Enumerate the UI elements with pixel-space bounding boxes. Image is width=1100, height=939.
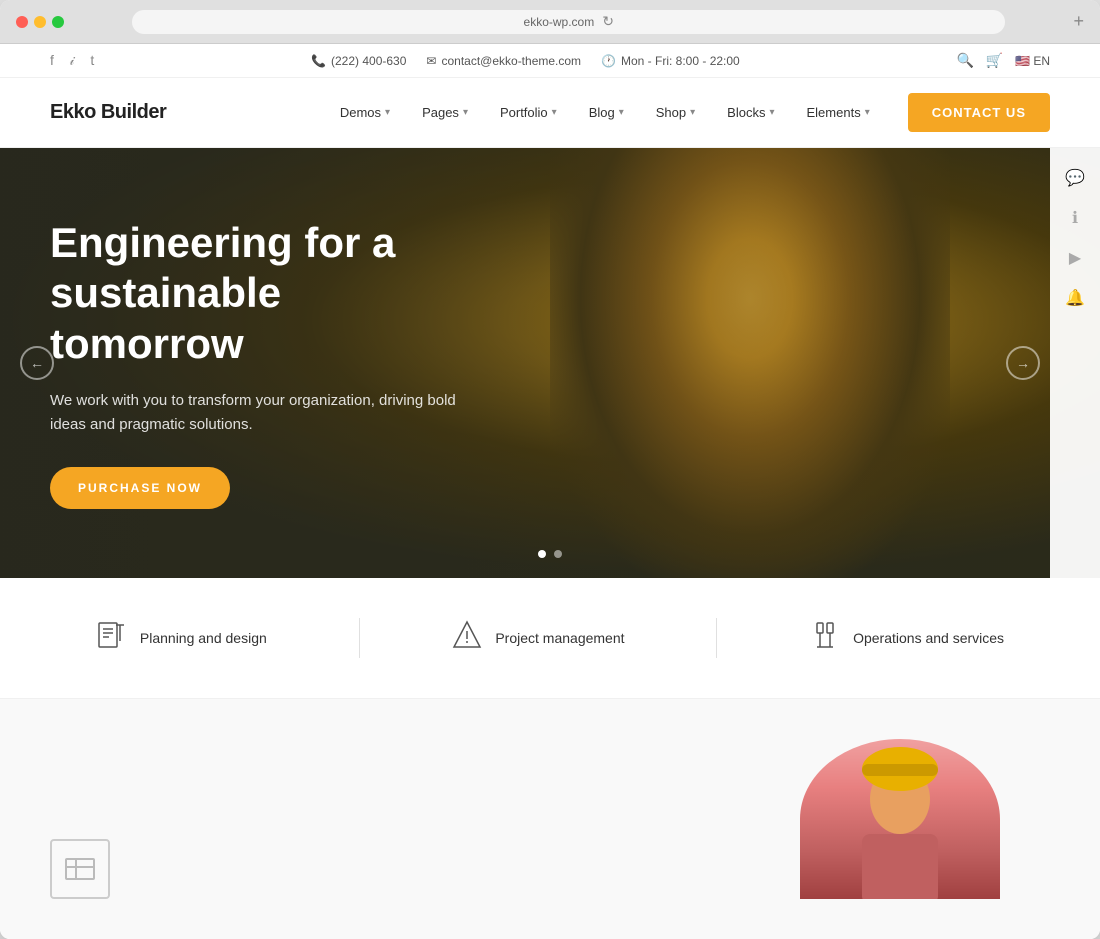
browser-chrome: ekko-wp.com ↻ + <box>0 0 1100 44</box>
arrow-left-icon: ← <box>30 355 44 371</box>
nav-menu: Demos ▾ Pages ▾ Portfolio ▾ Blog ▾ Shop <box>326 93 1050 132</box>
services-bar: Planning and design Project management <box>0 578 1100 699</box>
top-bar-actions: 🔍 🛒 🇺🇸 EN <box>956 52 1050 69</box>
language-selector[interactable]: 🇺🇸 EN <box>1015 54 1050 68</box>
nav-item-blog[interactable]: Blog ▾ <box>575 97 638 128</box>
search-icon[interactable]: 🔍 <box>956 52 973 69</box>
service-item-operations: Operations and services <box>809 619 1004 658</box>
phone-info: 📞 (222) 400-630 <box>311 54 406 68</box>
service-item-planning: Planning and design <box>96 619 267 658</box>
email-icon: ✉ <box>426 54 436 68</box>
chevron-down-icon: ▾ <box>552 107 557 118</box>
chevron-down-icon: ▾ <box>865 107 870 118</box>
nav-item-pages[interactable]: Pages ▾ <box>408 97 482 128</box>
chevron-down-icon: ▾ <box>385 107 390 118</box>
social-links: f 𝒾 t <box>50 52 94 69</box>
hours-info: 🕐 Mon - Fri: 8:00 - 22:00 <box>601 54 740 68</box>
minimize-button[interactable] <box>34 16 46 28</box>
chevron-down-icon: ▾ <box>619 107 624 118</box>
main-navigation: Ekko Builder Demos ▾ Pages ▾ Portfolio ▾… <box>0 78 1100 148</box>
clock-icon: 🕐 <box>601 54 616 68</box>
lang-label: EN <box>1033 54 1050 68</box>
flag-icon: 🇺🇸 <box>1015 54 1030 68</box>
hours-text: Mon - Fri: 8:00 - 22:00 <box>621 54 740 68</box>
contact-button[interactable]: Contact US <box>908 93 1050 132</box>
lower-left <box>50 739 710 899</box>
arrow-right-icon: → <box>1016 355 1030 371</box>
phone-icon: 📞 <box>311 54 326 68</box>
service-item-project: Project management <box>451 619 624 658</box>
email-address: contact@ekko-theme.com <box>441 54 581 68</box>
maximize-button[interactable] <box>52 16 64 28</box>
nav-item-elements[interactable]: Elements ▾ <box>793 97 884 128</box>
top-bar: f 𝒾 t 📞 (222) 400-630 ✉ contact@ekko-the… <box>0 44 1100 78</box>
slider-dots <box>538 550 562 558</box>
construction-icon <box>50 839 110 899</box>
nav-item-demos[interactable]: Demos ▾ <box>326 97 404 128</box>
hero-subtitle: We work with you to transform your organ… <box>50 389 470 437</box>
address-bar[interactable]: ekko-wp.com ↻ <box>132 10 1005 34</box>
new-tab-button[interactable]: + <box>1073 11 1084 32</box>
lower-right <box>750 739 1050 899</box>
bell-icon[interactable]: 🔔 <box>1065 288 1085 308</box>
nav-label-portfolio: Portfolio <box>500 105 548 120</box>
play-icon[interactable]: ▶ <box>1069 248 1081 268</box>
service-divider-2 <box>716 618 717 658</box>
project-icon <box>451 619 483 658</box>
refresh-icon[interactable]: ↻ <box>602 13 614 30</box>
contact-info: 📞 (222) 400-630 ✉ contact@ekko-theme.com… <box>311 54 740 68</box>
nav-item-shop[interactable]: Shop ▾ <box>642 97 709 128</box>
cart-icon[interactable]: 🛒 <box>986 52 1003 69</box>
nav-item-portfolio[interactable]: Portfolio ▾ <box>486 97 571 128</box>
hero-title: Engineering for a sustainable tomorrow <box>50 218 470 369</box>
email-info: ✉ contact@ekko-theme.com <box>426 54 581 68</box>
hero-cta-button[interactable]: PURCHASE NOW <box>50 467 230 509</box>
chevron-down-icon: ▾ <box>769 107 774 118</box>
nav-label-blog: Blog <box>589 105 615 120</box>
planning-icon <box>96 619 128 658</box>
chevron-down-icon: ▾ <box>690 107 695 118</box>
hero-content: Engineering for a sustainable tomorrow W… <box>0 148 520 509</box>
url-text: ekko-wp.com <box>524 15 595 29</box>
service-label-planning: Planning and design <box>140 630 267 646</box>
service-divider-1 <box>359 618 360 658</box>
traffic-lights <box>16 16 64 28</box>
site-logo[interactable]: Ekko Builder <box>50 101 166 124</box>
service-label-project: Project management <box>495 630 624 646</box>
twitter-icon[interactable]: t <box>90 52 94 69</box>
person-image <box>800 739 1000 899</box>
slider-next-button[interactable]: → <box>1006 346 1040 380</box>
operations-icon <box>809 619 841 658</box>
hero-section: ← Engineering for a sustainable tomorrow… <box>0 148 1100 578</box>
browser-window: ekko-wp.com ↻ + f 𝒾 t 📞 (222) 400-630 ✉ … <box>0 0 1100 939</box>
lower-section <box>0 699 1100 939</box>
nav-label-shop: Shop <box>656 105 686 120</box>
website-content: f 𝒾 t 📞 (222) 400-630 ✉ contact@ekko-the… <box>0 44 1100 939</box>
slider-prev-button[interactable]: ← <box>20 346 54 380</box>
nav-label-pages: Pages <box>422 105 459 120</box>
slider-dot-1[interactable] <box>538 550 546 558</box>
info-icon[interactable]: ℹ <box>1072 208 1078 228</box>
right-sidebar: 💬 ℹ ▶ 🔔 <box>1050 148 1100 578</box>
service-label-operations: Operations and services <box>853 630 1004 646</box>
comment-icon[interactable]: 💬 <box>1065 168 1085 188</box>
nav-label-demos: Demos <box>340 105 381 120</box>
slider-dot-2[interactable] <box>554 550 562 558</box>
chevron-down-icon: ▾ <box>463 107 468 118</box>
nav-label-blocks: Blocks <box>727 105 765 120</box>
phone-number: (222) 400-630 <box>331 54 406 68</box>
instagram-icon[interactable]: 𝒾 <box>70 52 75 69</box>
nav-label-elements: Elements <box>807 105 861 120</box>
nav-item-blocks[interactable]: Blocks ▾ <box>713 97 788 128</box>
facebook-icon[interactable]: f <box>50 52 54 69</box>
close-button[interactable] <box>16 16 28 28</box>
